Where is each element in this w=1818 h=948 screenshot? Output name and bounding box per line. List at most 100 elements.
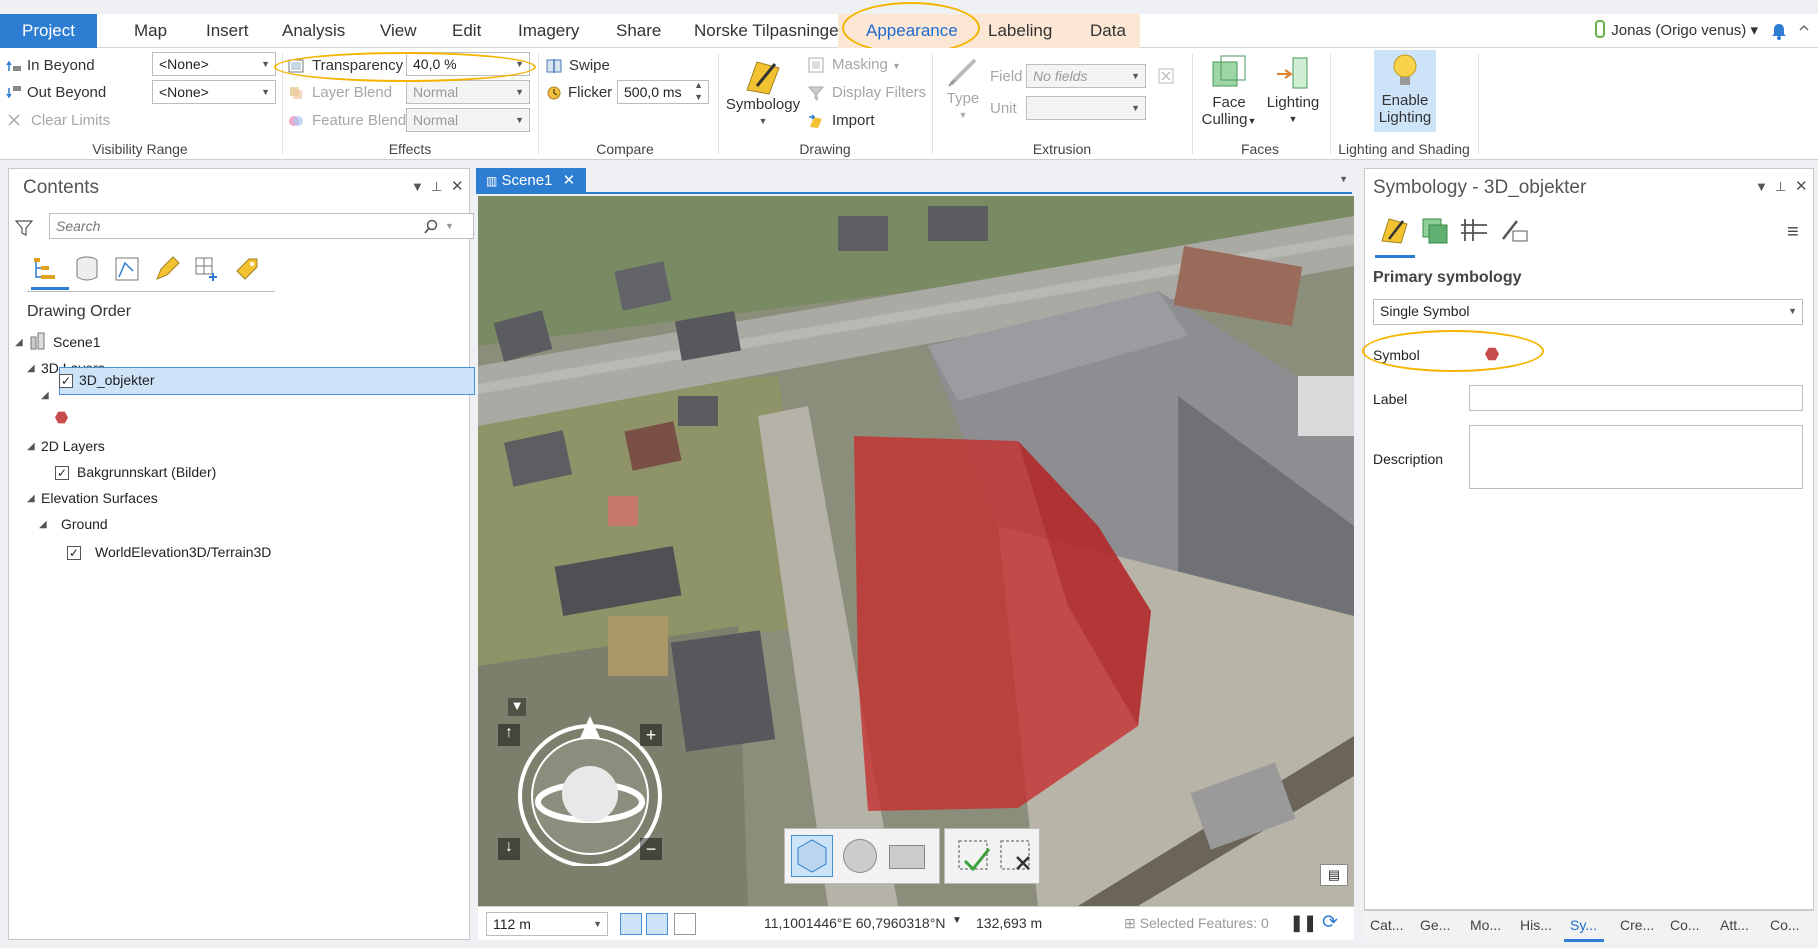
pin-icon[interactable]: ⊥ — [431, 179, 442, 195]
tab-map[interactable]: Map — [120, 14, 181, 48]
symbol-swatch[interactable] — [1485, 347, 1499, 361]
tree-item-scene1[interactable]: Scene1 — [53, 334, 100, 350]
description-input[interactable] — [1469, 425, 1803, 489]
symbology-button[interactable]: Symbology ▼ — [722, 52, 804, 132]
tab-appearance[interactable]: Appearance — [852, 14, 972, 48]
scene-view[interactable]: ▼ ↑ + ↓ − ▤ — [478, 196, 1354, 906]
select-tool-button[interactable] — [791, 835, 833, 877]
tree-item-2d-layers[interactable]: 2D Layers — [41, 438, 105, 454]
expand-toggle-ground[interactable]: ◢ — [39, 519, 47, 530]
pin-icon[interactable]: ⊥ — [1775, 179, 1786, 195]
select-circle-button[interactable] — [843, 839, 877, 873]
toggle-overview-icon[interactable]: ▤ — [1320, 864, 1348, 886]
spinner-arrows-icon[interactable]: ▲ ▼ — [694, 79, 703, 103]
tab-scene1[interactable]: ▥ Scene1 ✕ — [476, 168, 586, 194]
tab-share[interactable]: Share — [602, 14, 675, 48]
vary-symbology-tab-icon[interactable] — [1419, 215, 1449, 245]
search-icon[interactable] — [423, 219, 439, 235]
tree-item-terrain3d[interactable]: WorldElevation3D/Terrain3D — [95, 544, 271, 560]
extrusion-field-select[interactable]: No fields ▼ — [1026, 64, 1146, 88]
expand-toggle-3d-objekter[interactable]: ◢ — [41, 390, 49, 401]
tab-project[interactable]: Project — [0, 14, 97, 48]
pane-tab-history[interactable]: His... — [1520, 917, 1552, 933]
pane-tab-catalog[interactable]: Cat... — [1370, 917, 1403, 933]
contents-search-input[interactable]: Search — [49, 213, 474, 239]
pan-down-icon[interactable]: ↓ — [498, 838, 520, 860]
layer-symbol-swatch[interactable] — [55, 411, 68, 424]
pane-tab-attributes[interactable]: Att... — [1720, 917, 1749, 933]
zoom-in-icon[interactable]: + — [640, 724, 662, 746]
flicker-button[interactable]: Flicker — [568, 84, 612, 101]
tab-imagery[interactable]: Imagery — [504, 14, 593, 48]
pane-tab-co-1[interactable]: Co... — [1670, 917, 1700, 933]
primary-symbology-tab-icon[interactable] — [1379, 215, 1409, 245]
pane-tab-geoprocessing[interactable]: Ge... — [1420, 917, 1450, 933]
in-beyond-scale-select[interactable]: <None> ▼ — [152, 52, 276, 76]
out-beyond-scale-select[interactable]: <None> ▼ — [152, 80, 276, 104]
filter-icon[interactable] — [15, 219, 33, 237]
tree-item-elevation-surfaces[interactable]: Elevation Surfaces — [41, 490, 158, 506]
transparency-input[interactable]: 40,0 % ▼ — [406, 52, 530, 76]
pane-tab-symbology[interactable]: Sy... — [1570, 917, 1597, 933]
user-account[interactable]: Jonas (Origo venus) ▾ — [1595, 14, 1758, 48]
tree-item-ground[interactable]: Ground — [61, 516, 108, 532]
pane-tab-co-2[interactable]: Co... — [1770, 917, 1800, 933]
masking-button[interactable]: Masking ▼ — [832, 56, 901, 73]
selected-features-count[interactable]: ⊞ Selected Features: 0 — [1124, 915, 1269, 932]
close-icon[interactable]: ✕ — [451, 177, 464, 195]
chevron-down-icon[interactable]: ▼ — [445, 221, 454, 231]
display-filters-button[interactable]: Display Filters — [832, 84, 926, 101]
snapping-toggle-button[interactable] — [646, 913, 668, 935]
list-by-editing-icon[interactable] — [153, 255, 181, 283]
extrusion-type-button[interactable]: Type ▼ — [940, 52, 986, 132]
table-toggle-button[interactable] — [674, 913, 696, 935]
in-beyond-button[interactable]: In Beyond — [27, 57, 95, 74]
list-by-drawing-order-icon[interactable] — [31, 255, 59, 283]
list-by-data-source-icon[interactable] — [73, 255, 101, 283]
finish-selection-icon[interactable] — [957, 839, 993, 875]
list-by-selection-icon[interactable] — [113, 255, 141, 283]
chevron-down-icon[interactable]: ▼ — [1339, 174, 1348, 184]
clear-limits-button[interactable]: Clear Limits — [31, 112, 110, 129]
out-beyond-button[interactable]: Out Beyond — [27, 84, 106, 101]
enable-lighting-button[interactable]: Enable Lighting — [1374, 50, 1436, 132]
advanced-symbology-tab-icon[interactable] — [1499, 215, 1529, 245]
tab-labeling[interactable]: Labeling — [974, 14, 1066, 48]
face-culling-button[interactable]: Face Culling▼ — [1196, 52, 1262, 138]
tree-item-3d-objekter[interactable]: 3D_objekter — [79, 372, 155, 388]
tab-insert[interactable]: Insert — [192, 14, 263, 48]
tab-data[interactable]: Data — [1076, 14, 1140, 48]
layer-visibility-checkbox-3d-objekter[interactable]: ✓ — [59, 374, 73, 388]
layer-visibility-checkbox-terrain[interactable]: ✓ — [67, 546, 81, 560]
extrusion-unit-select[interactable]: ▼ — [1026, 96, 1146, 120]
navigator-control[interactable]: ▼ ↑ + ↓ − — [498, 686, 678, 868]
label-input[interactable] — [1469, 385, 1803, 411]
pane-tab-modify[interactable]: Mo... — [1470, 917, 1501, 933]
expand-toggle-2d-layers[interactable]: ◢ — [27, 441, 35, 452]
layer-blend-select[interactable]: Normal ▼ — [406, 80, 530, 104]
clear-selection-icon[interactable] — [999, 839, 1035, 875]
pan-up-icon[interactable]: ↑ — [498, 724, 520, 746]
zoom-out-icon[interactable]: − — [640, 838, 662, 860]
hamburger-menu-icon[interactable]: ≡ — [1787, 221, 1799, 244]
swipe-button[interactable]: Swipe — [569, 57, 610, 74]
chevron-down-icon[interactable]: ▼ — [952, 915, 962, 926]
scale-select[interactable]: 112 m ▼ — [486, 912, 608, 936]
notification-icon[interactable] — [1770, 22, 1788, 40]
flicker-interval-input[interactable]: 500,0 ms ▲ ▼ — [617, 80, 709, 104]
symbology-method-select[interactable]: Single Symbol ▼ — [1373, 299, 1803, 325]
list-by-snapping-icon[interactable] — [193, 255, 221, 283]
pane-tab-create[interactable]: Cre... — [1620, 917, 1654, 933]
symbol-layer-drawing-tab-icon[interactable] — [1459, 215, 1489, 245]
pane-menu-icon[interactable]: ▼ — [1755, 179, 1768, 194]
layer-visibility-checkbox-bakgrunnskart[interactable]: ✓ — [55, 466, 69, 480]
tree-item-bakgrunnskart[interactable]: Bakgrunnskart (Bilder) — [77, 464, 216, 480]
tab-edit[interactable]: Edit — [438, 14, 495, 48]
close-icon[interactable]: ✕ — [563, 172, 576, 189]
list-by-labeling-icon[interactable] — [233, 255, 261, 283]
close-icon[interactable]: ✕ — [1795, 177, 1808, 195]
expand-toggle-elevation[interactable]: ◢ — [27, 493, 35, 504]
pause-drawing-icon[interactable]: ❚❚ — [1290, 913, 1317, 933]
extrusion-expression-icon[interactable] — [1158, 68, 1174, 84]
grid-toggle-button[interactable] — [620, 913, 642, 935]
